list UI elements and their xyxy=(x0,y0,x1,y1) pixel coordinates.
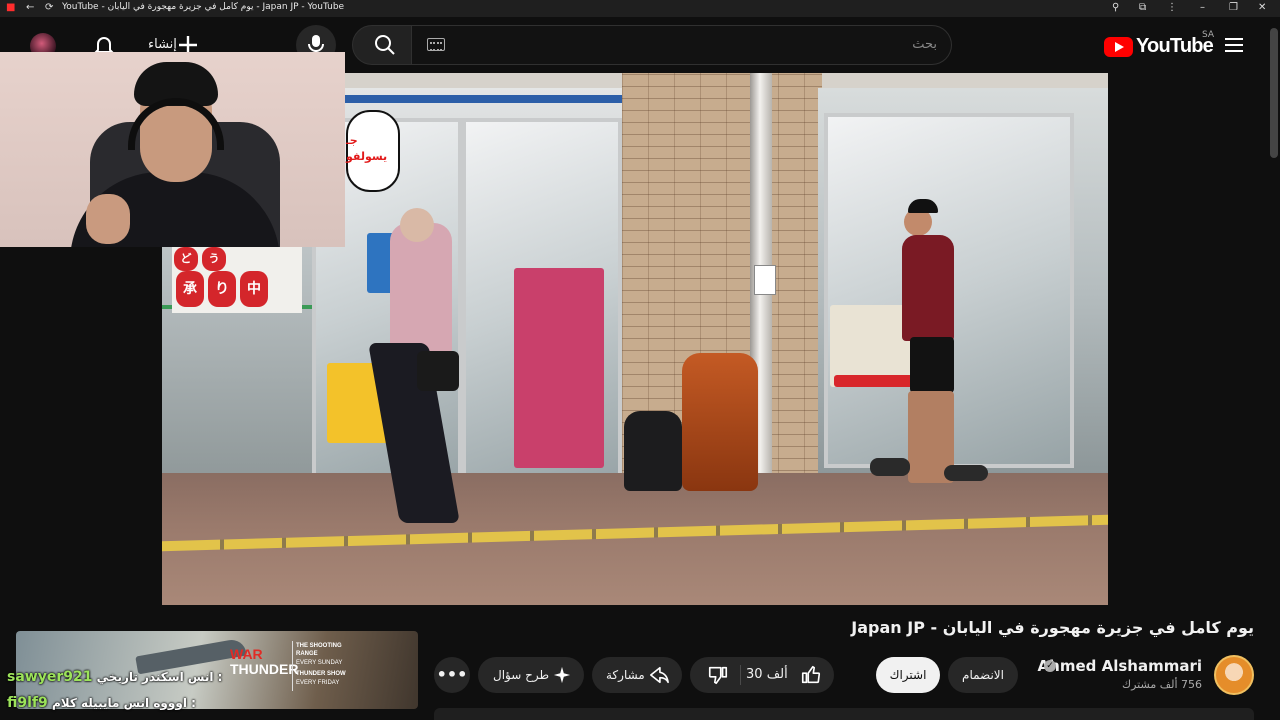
video-title: يوم كامل في جزيرة مهجورة في اليابان - Ja… xyxy=(851,618,1254,637)
join-button[interactable]: الانضمام xyxy=(948,657,1018,693)
ad-text: THE SHOOTING xyxy=(296,643,342,649)
minimize-icon[interactable]: – xyxy=(1200,1,1205,15)
tab-title: YouTube - يوم كامل في جزيرة مهجورة في ال… xyxy=(62,2,345,12)
sparkle-icon xyxy=(553,666,571,684)
create-label: إنشاء xyxy=(148,37,177,52)
youtube-play-icon xyxy=(1104,37,1133,57)
browser-titlebar: ■ ← ⟳ YouTube - يوم كامل في جزيرة مهجورة… xyxy=(0,0,1280,17)
video-scene-man-left-shirt xyxy=(390,223,452,353)
subscriber-count: 756 ألف مشترك xyxy=(1122,678,1202,691)
like-icon[interactable] xyxy=(800,664,822,686)
ad-text: THUNDER SHOW xyxy=(296,671,346,677)
search-button[interactable] xyxy=(352,25,412,65)
extensions-icon[interactable]: ⧉ xyxy=(1139,1,1146,15)
ad-text: EVERY FRIDAY xyxy=(296,680,340,686)
webcam-hand xyxy=(86,194,130,244)
store-poster xyxy=(514,268,604,468)
subscribe-button[interactable]: اشتراك xyxy=(876,657,940,693)
lantern: り xyxy=(208,271,236,307)
video-scene-shoe xyxy=(870,458,910,476)
video-scene-man-right-cap xyxy=(908,199,938,213)
page-scrollbar[interactable] xyxy=(1270,28,1278,158)
share-icon xyxy=(650,666,669,684)
ad-logo-line: THUNDER xyxy=(230,661,299,677)
video-scene-man-right-shorts xyxy=(910,337,954,393)
war-thunder-logo: WAR THUNDER xyxy=(230,647,298,677)
lantern: 中 xyxy=(240,271,268,307)
region-code: SA xyxy=(1202,30,1215,40)
chat-username: fi9lf9 xyxy=(7,695,48,711)
menu-dots-icon[interactable]: ⋮ xyxy=(1167,1,1177,15)
video-scene-orange-backpack xyxy=(682,353,758,491)
chat-text: انس اسكندر تاريخي : xyxy=(96,670,223,684)
chat-message: fi9lf9 اوووه انس مايبيله كلام : xyxy=(7,695,196,711)
restore-icon[interactable]: ❐ xyxy=(1229,1,1238,15)
lantern-sign: ど う 承 り 中 xyxy=(172,243,302,313)
search-placeholder: بحث xyxy=(912,37,937,52)
speech-bubble-text: يسولفو xyxy=(346,150,388,163)
like-separator xyxy=(740,665,741,685)
like-count[interactable]: 30 ألف xyxy=(746,657,788,693)
ad-divider xyxy=(292,641,293,691)
ask-question-button[interactable]: طرح سؤال xyxy=(478,657,584,693)
search-icon xyxy=(375,35,395,55)
youtube-favicon-icon: ■ xyxy=(6,2,16,13)
close-icon[interactable]: ✕ xyxy=(1258,1,1266,15)
youtube-logo[interactable]: YouTube xyxy=(1104,35,1214,57)
speech-bubble-text: جـ xyxy=(346,134,358,147)
ad-logo-line: WAR xyxy=(230,646,263,662)
video-scene-man-left-bag xyxy=(417,351,459,391)
lantern: う xyxy=(202,247,226,271)
more-actions-button[interactable]: ••• xyxy=(434,657,470,693)
chat-username: sawyer921 xyxy=(7,669,93,685)
streamer-webcam xyxy=(0,52,345,247)
chat-text: اوووه انس مايبيله كلام : xyxy=(51,696,196,710)
ask-question-label: طرح سؤال xyxy=(493,668,550,682)
more-horizontal-icon: ••• xyxy=(436,665,468,684)
lantern: ど xyxy=(174,247,198,271)
lantern: 承 xyxy=(176,271,204,307)
video-scene-man-left-head xyxy=(400,208,434,242)
share-button[interactable]: مشاركة xyxy=(592,657,682,693)
channel-avatar[interactable] xyxy=(1214,655,1254,695)
search-input[interactable]: بحث xyxy=(411,25,952,65)
verified-check-icon: ✓ xyxy=(1044,660,1056,672)
guide-menu-icon[interactable] xyxy=(1225,38,1243,52)
reload-icon[interactable]: ⟳ xyxy=(45,1,53,15)
like-dislike-group: 30 ألف xyxy=(690,657,834,693)
watch-metadata: يوم كامل في جزيرة مهجورة في اليابان - Ja… xyxy=(0,605,1280,720)
description-box[interactable] xyxy=(434,708,1254,720)
ad-text: EVERY SUNDAY xyxy=(296,660,343,666)
chat-message: sawyer921 انس اسكندر تاريخي : xyxy=(7,669,222,685)
ad-text: RANGE xyxy=(296,651,318,657)
keyboard-icon[interactable] xyxy=(427,38,445,51)
back-icon[interactable]: ← xyxy=(26,1,34,15)
video-scene-shoe xyxy=(944,465,988,481)
channel-name[interactable]: Ahmed Alshammari xyxy=(1038,657,1202,675)
video-scene-black-backpack xyxy=(624,411,682,491)
store-poster xyxy=(834,375,916,387)
zoom-icon[interactable]: ⚲ xyxy=(1112,1,1119,15)
video-scene-man-right-shirt xyxy=(902,235,954,341)
dislike-icon[interactable] xyxy=(707,664,729,686)
share-label: مشاركة xyxy=(606,668,645,682)
no-smoking-sign xyxy=(754,265,776,295)
